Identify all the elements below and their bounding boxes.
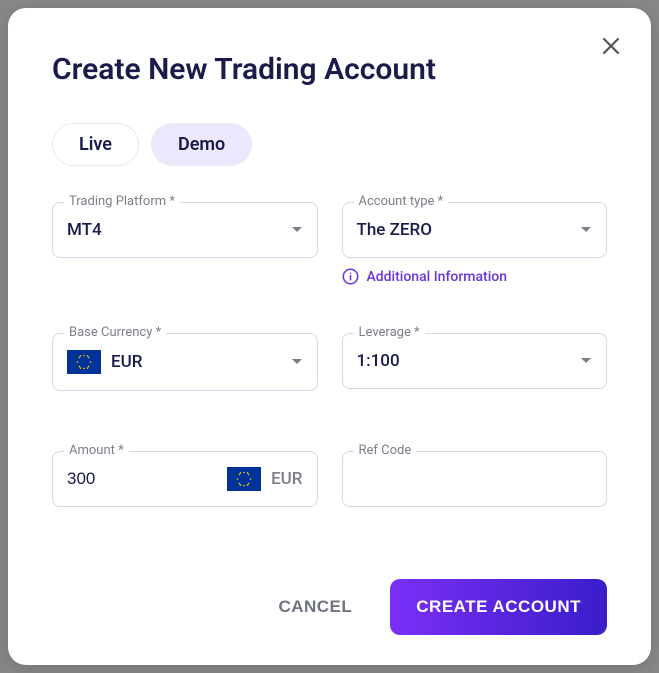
ref-code-input[interactable] bbox=[342, 451, 608, 507]
additional-info-link[interactable]: Additional Information bbox=[342, 268, 608, 285]
create-account-button[interactable]: CREATE ACCOUNT bbox=[390, 579, 607, 635]
account-type-group: Account type * The ZERO Additional Infor… bbox=[342, 202, 608, 285]
account-type-select[interactable]: The ZERO bbox=[342, 202, 608, 258]
amount-group: Amount * bbox=[52, 451, 318, 507]
base-currency-label: Base Currency * bbox=[64, 325, 166, 340]
close-button[interactable] bbox=[601, 36, 621, 56]
eu-flag-icon bbox=[227, 467, 261, 491]
chevron-down-icon bbox=[580, 223, 592, 237]
eu-flag-icon bbox=[67, 350, 101, 374]
chevron-down-icon bbox=[291, 223, 303, 237]
cancel-button[interactable]: CANCEL bbox=[256, 581, 374, 633]
base-currency-group: Base Currency * bbox=[52, 333, 318, 391]
base-currency-select[interactable]: EUR bbox=[52, 333, 318, 391]
chevron-down-icon bbox=[580, 354, 592, 368]
amount-label: Amount * bbox=[64, 443, 129, 458]
leverage-label: Leverage * bbox=[354, 325, 425, 340]
create-account-modal: Create New Trading Account Live Demo Tra… bbox=[8, 8, 651, 665]
amount-input[interactable] bbox=[67, 453, 217, 505]
account-mode-tabs: Live Demo bbox=[52, 123, 607, 166]
leverage-group: Leverage * 1:100 bbox=[342, 333, 608, 391]
info-icon bbox=[342, 268, 359, 285]
ref-code-label: Ref Code bbox=[354, 443, 417, 458]
close-icon bbox=[601, 36, 621, 56]
trading-platform-group: Trading Platform * MT4 bbox=[52, 202, 318, 285]
trading-platform-select[interactable]: MT4 bbox=[52, 202, 318, 258]
additional-info-text: Additional Information bbox=[367, 269, 508, 285]
account-type-value: The ZERO bbox=[357, 220, 432, 240]
form-grid: Trading Platform * MT4 Account type * Th… bbox=[52, 202, 607, 507]
amount-currency-suffix: EUR bbox=[227, 467, 302, 491]
trading-platform-value: MT4 bbox=[67, 220, 102, 240]
modal-actions: CANCEL CREATE ACCOUNT bbox=[52, 579, 607, 635]
tab-demo[interactable]: Demo bbox=[151, 123, 252, 166]
base-currency-value: EUR bbox=[111, 352, 142, 372]
leverage-value: 1:100 bbox=[357, 351, 400, 371]
trading-platform-label: Trading Platform * bbox=[64, 194, 180, 209]
amount-field: EUR bbox=[52, 451, 318, 507]
modal-title: Create New Trading Account bbox=[52, 52, 607, 87]
leverage-select[interactable]: 1:100 bbox=[342, 333, 608, 389]
ref-code-group: Ref Code bbox=[342, 451, 608, 507]
amount-currency-text: EUR bbox=[271, 469, 302, 489]
account-type-label: Account type * bbox=[354, 194, 449, 209]
chevron-down-icon bbox=[291, 355, 303, 369]
tab-live[interactable]: Live bbox=[52, 123, 139, 166]
